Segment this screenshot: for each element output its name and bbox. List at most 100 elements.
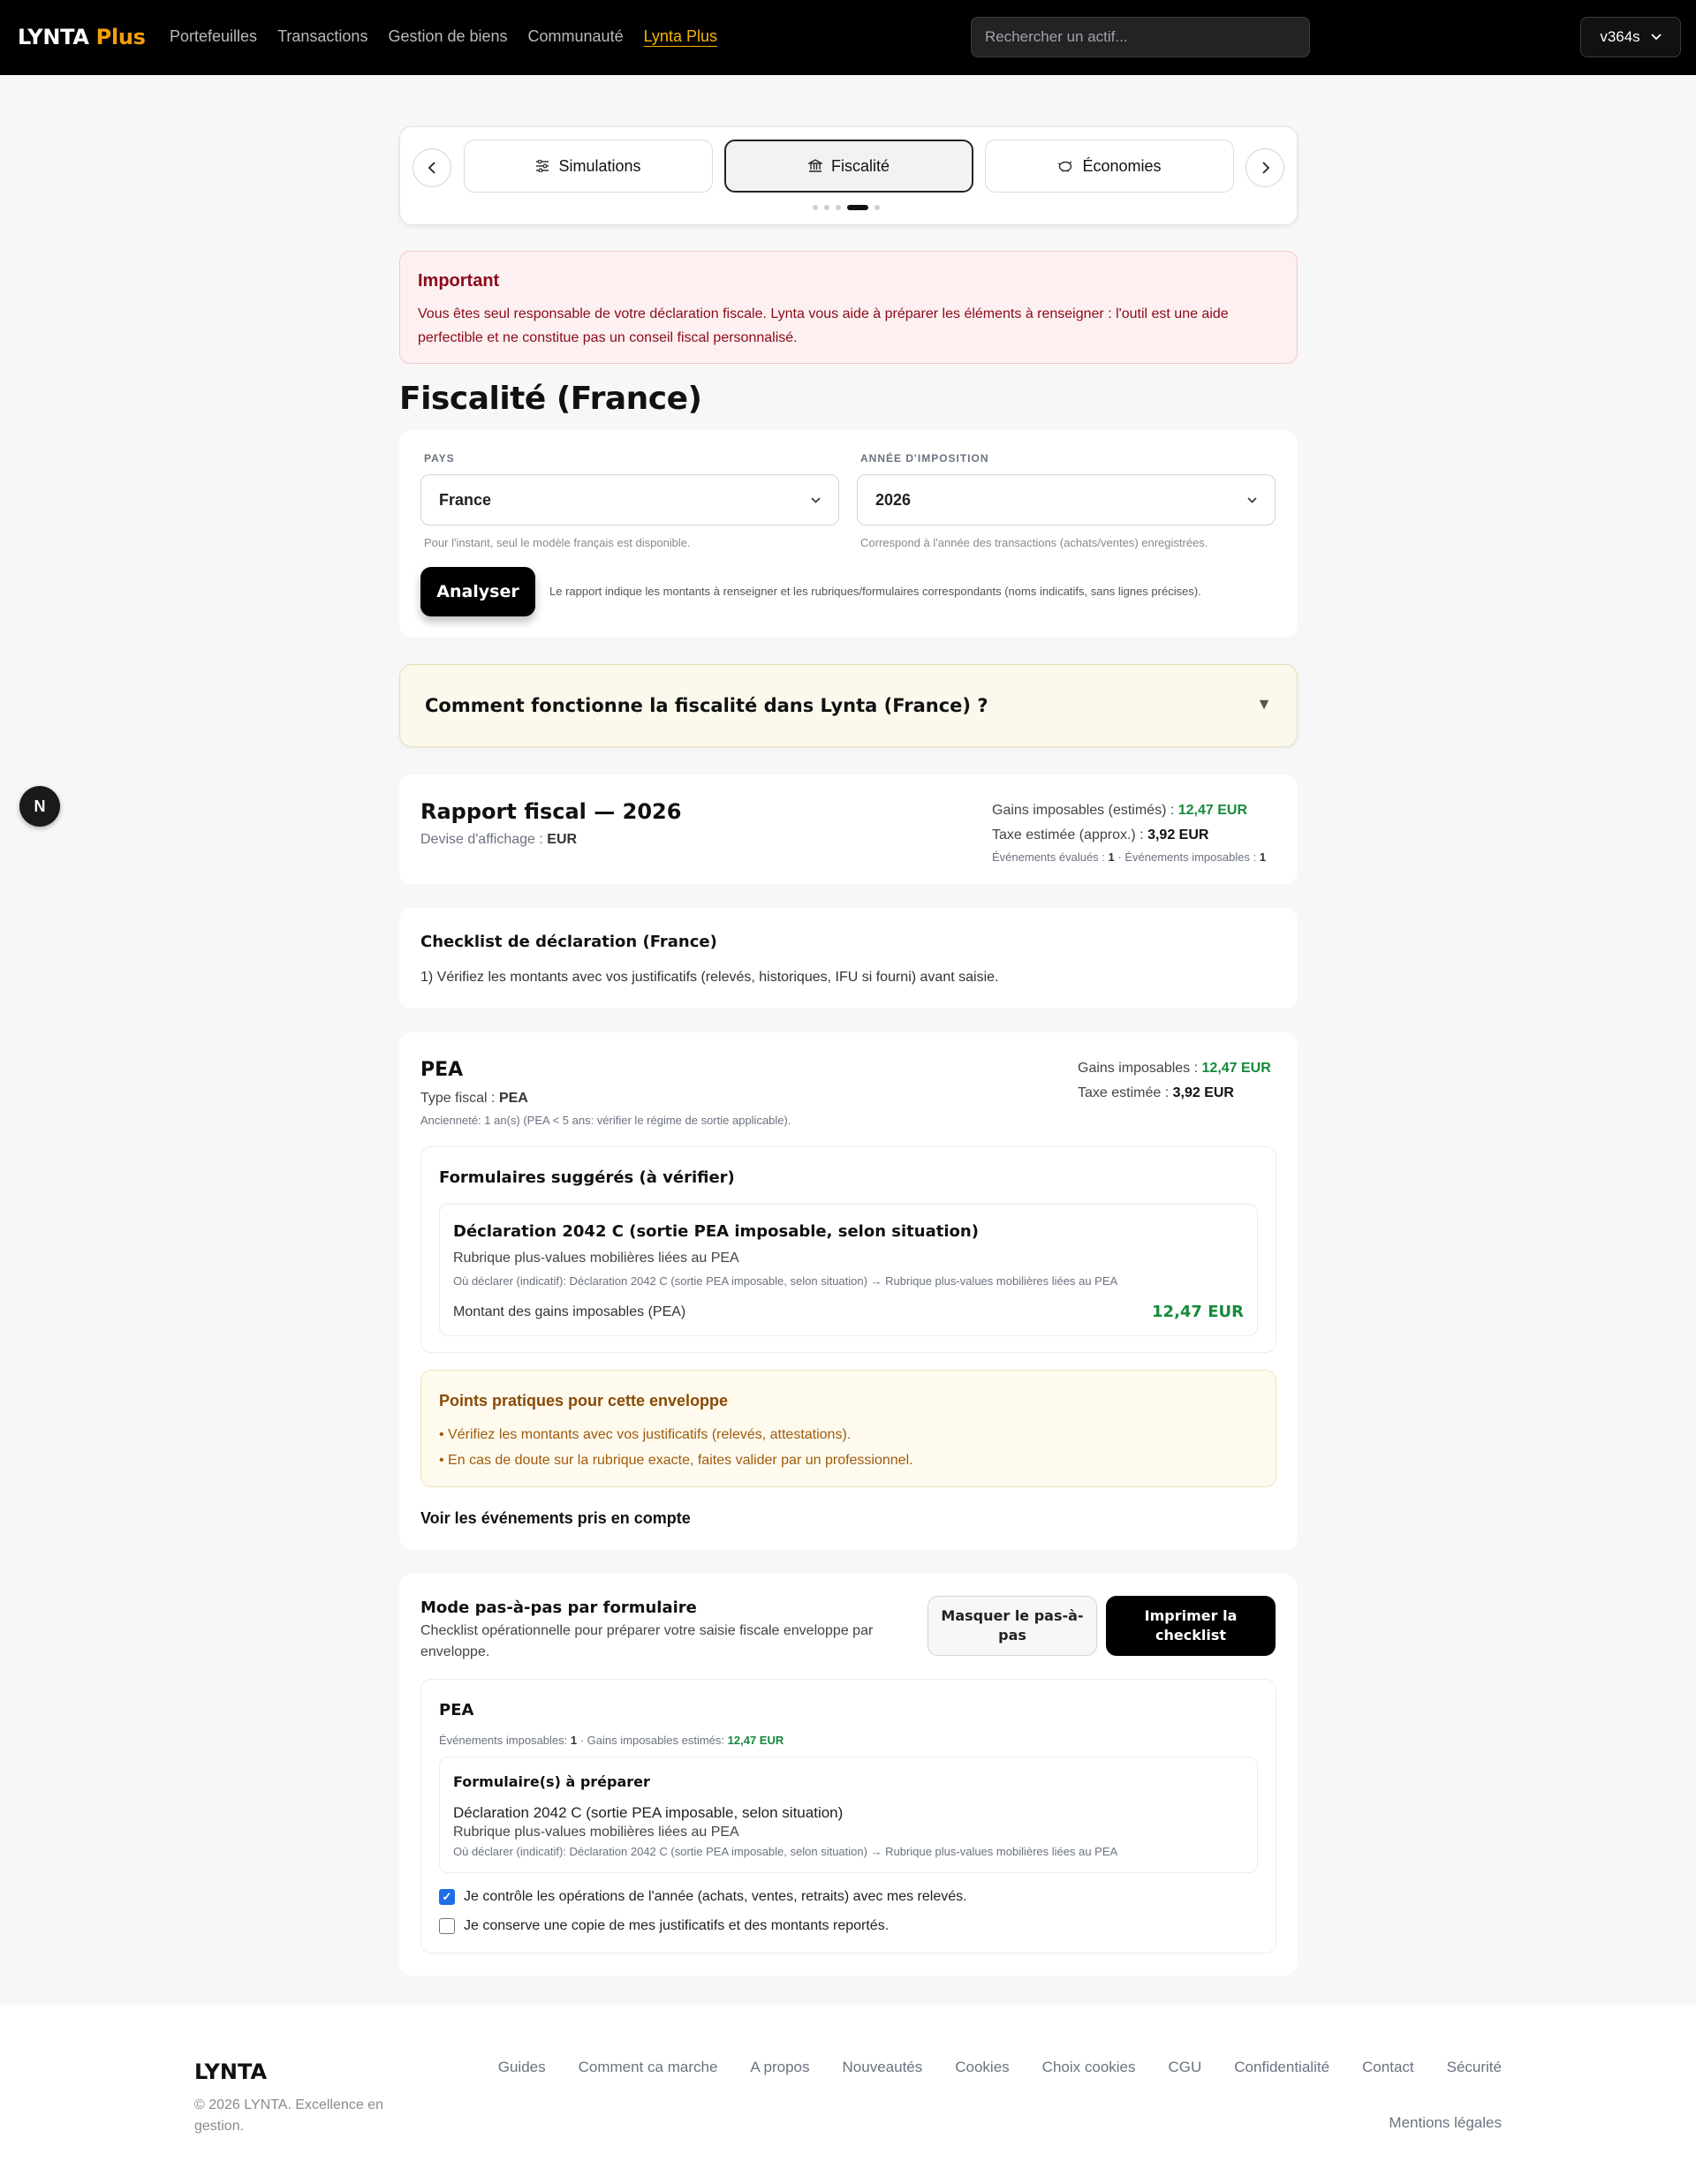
checklist-title: Checklist de déclaration (France) [420, 933, 717, 951]
step-envelope: PEA Événements imposables: 1 · Gains imp… [420, 1679, 1276, 1954]
footer-link-terms[interactable]: CGU [1169, 2059, 1202, 2076]
forms-title: Formulaires suggérés (à vérifier) [439, 1168, 735, 1187]
analyze-button[interactable]: Analyser [420, 567, 535, 616]
bank-icon [807, 159, 822, 172]
envelope-meta: Événements imposables: 1 · Gains imposab… [439, 1734, 784, 1747]
print-checklist-button[interactable]: Imprimer la checklist [1106, 1596, 1276, 1656]
view-events-link[interactable]: Voir les événements pris en compte [420, 1509, 691, 1528]
taxable-events-count: 1 [1259, 850, 1267, 864]
brand-plus: Plus [95, 25, 146, 49]
suggested-forms: Formulaires suggérés (à vérifier) Déclar… [420, 1146, 1276, 1353]
report-totals: Gains imposables (estimés) : 12,47 EUR T… [992, 798, 1276, 867]
footer-link-legal[interactable]: Mentions légales [1389, 2114, 1502, 2132]
pagination-dot[interactable] [836, 205, 841, 210]
forms-to-prepare: Formulaire(s) à préparer Déclaration 204… [439, 1757, 1258, 1873]
checkbox-label: Je conserve une copie de mes justificati… [464, 1918, 890, 1933]
report-summary-card: Rapport fiscal — 2026 Devise d'affichage… [399, 775, 1298, 884]
envelope-title: PEA [420, 1059, 464, 1081]
nav-portefeuilles[interactable]: Portefeuilles [170, 27, 257, 46]
meta-gains-label: · Gains imposables estimés: [579, 1734, 725, 1747]
form-name: Déclaration 2042 C (sortie PEA imposable… [453, 1804, 844, 1821]
country-hint: Pour l'instant, seul le modèle français … [424, 536, 691, 549]
dev-tools-badge[interactable]: N [19, 786, 60, 827]
country-label: PAYS [424, 452, 455, 465]
version-dropdown[interactable]: v364s [1580, 17, 1681, 57]
checkbox-label: Je contrôle les opérations de l'année (a… [464, 1889, 967, 1904]
footer-link-privacy[interactable]: Confidentialité [1234, 2059, 1329, 2076]
chevron-down-icon [811, 496, 821, 503]
tab-label: Simulations [558, 156, 641, 175]
tabs-prev-button[interactable] [413, 148, 451, 187]
tab-simulations[interactable]: Simulations [464, 140, 713, 193]
footer-link-contact[interactable]: Contact [1362, 2059, 1414, 2076]
checkbox-checked[interactable]: ✓ [439, 1889, 455, 1905]
footer-link-security[interactable]: Sécurité [1447, 2059, 1502, 2076]
forms-to-prepare-title: Formulaire(s) à préparer [453, 1773, 650, 1790]
pagination-dot-active[interactable] [847, 205, 868, 210]
brand-logo[interactable]: LYNTA Plus [18, 25, 146, 49]
footer-copyright: © 2026 LYNTA. Excellence en gestion. [194, 2097, 383, 2134]
country-select[interactable]: France [420, 474, 839, 525]
meta-gains-value: 12,47 EUR [727, 1734, 784, 1747]
gains-label: Gains imposables (estimés) : [992, 803, 1175, 818]
footer: LYNTA © 2026 LYNTA. Excellence en gestio… [0, 2005, 1696, 2184]
tab-fiscalite[interactable]: Fiscalité [724, 140, 973, 193]
nav-transactions[interactable]: Transactions [277, 27, 367, 46]
taxable-events-label: · Événements imposables : [1117, 850, 1257, 864]
nav-communaute[interactable]: Communauté [528, 27, 624, 46]
tips-title: Points pratiques pour cette enveloppe [439, 1392, 729, 1409]
alert-title: Important [418, 271, 500, 291]
pagination-dot[interactable] [874, 205, 880, 210]
form-where: Où déclarer (indicatif): Déclaration 204… [453, 1845, 1118, 1858]
footer-link-about[interactable]: A propos [750, 2059, 809, 2076]
form-title: Déclaration 2042 C (sortie PEA imposable… [453, 1222, 979, 1241]
country-value: France [439, 490, 492, 509]
pagination-dot[interactable] [813, 205, 818, 210]
type-label: Type fiscal : [420, 1091, 496, 1106]
footer-link-cookie-choice[interactable]: Choix cookies [1042, 2059, 1136, 2076]
tabs-next-button[interactable] [1246, 148, 1284, 187]
footer-brand: LYNTA [194, 2059, 268, 2084]
envelope-type: Type fiscal : PEA [420, 1091, 528, 1107]
chevron-down-icon [1247, 496, 1257, 503]
piggy-bank-icon [1058, 161, 1072, 172]
top-navbar: LYNTA Plus Portefeuilles Transactions Ge… [0, 0, 1696, 75]
nav-lynta-plus[interactable]: Lynta Plus [644, 27, 717, 46]
year-value: 2026 [875, 490, 912, 509]
check-operations[interactable]: ✓ Je contrôle les opérations de l'année … [439, 1889, 967, 1905]
tab-economies[interactable]: Économies [985, 140, 1234, 193]
caret-down-icon: ▼ [1256, 695, 1272, 713]
version-label: v364s [1600, 28, 1640, 45]
footer-link-news[interactable]: Nouveautés [843, 2059, 923, 2076]
tax-label: Taxe estimée : [1078, 1085, 1170, 1100]
check-keep-copy[interactable]: Je conserve une copie de mes justificati… [439, 1918, 889, 1934]
analyze-hint: Le rapport indique les montants à rensei… [549, 585, 1201, 598]
form-where: Où déclarer (indicatif): Déclaration 204… [453, 1274, 1118, 1288]
sliders-icon [536, 160, 549, 172]
hide-step-button[interactable]: Masquer le pas-à-pas [928, 1596, 1097, 1656]
footer-link-guides[interactable]: Guides [498, 2059, 546, 2076]
tip-item: • Vérifiez les montants avec vos justifi… [439, 1427, 852, 1442]
tabs-pagination [813, 205, 880, 210]
search-input[interactable] [971, 17, 1310, 57]
tools-tabs: Simulations Fiscalité Économies [399, 126, 1298, 225]
year-select[interactable]: 2026 [857, 474, 1276, 525]
footer-links: Guides Comment ca marche A propos Nouvea… [498, 2059, 1502, 2076]
tax-settings-card: PAYS France Pour l'instant, seul le modè… [399, 430, 1298, 638]
year-hint: Correspond à l'année des transactions (a… [860, 536, 1208, 549]
pagination-dot[interactable] [824, 205, 829, 210]
report-title: Rapport fiscal — 2026 [420, 799, 682, 824]
gains-value: 12,47 EUR [1201, 1061, 1271, 1076]
footer-link-cookies[interactable]: Cookies [955, 2059, 1009, 2076]
how-it-works-accordion[interactable]: Comment fonctionne la fiscalité dans Lyn… [399, 664, 1298, 747]
alert-body: Vous êtes seul responsable de votre décl… [418, 306, 1229, 345]
tab-label: Économies [1082, 156, 1162, 175]
step-title: Mode pas-à-pas par formulaire [420, 1598, 697, 1617]
envelope-age: Ancienneté: 1 an(s) (PEA < 5 ans: vérifi… [420, 1114, 791, 1127]
checklist-item: 1) Vérifiez les montants avec vos justif… [420, 970, 999, 985]
checkbox-unchecked[interactable] [439, 1918, 455, 1934]
currency-value: EUR [547, 832, 578, 847]
footer-link-how-it-works[interactable]: Comment ca marche [579, 2059, 718, 2076]
tax-value: 3,92 EUR [1172, 1085, 1234, 1100]
nav-gestion-de-biens[interactable]: Gestion de biens [388, 27, 507, 46]
